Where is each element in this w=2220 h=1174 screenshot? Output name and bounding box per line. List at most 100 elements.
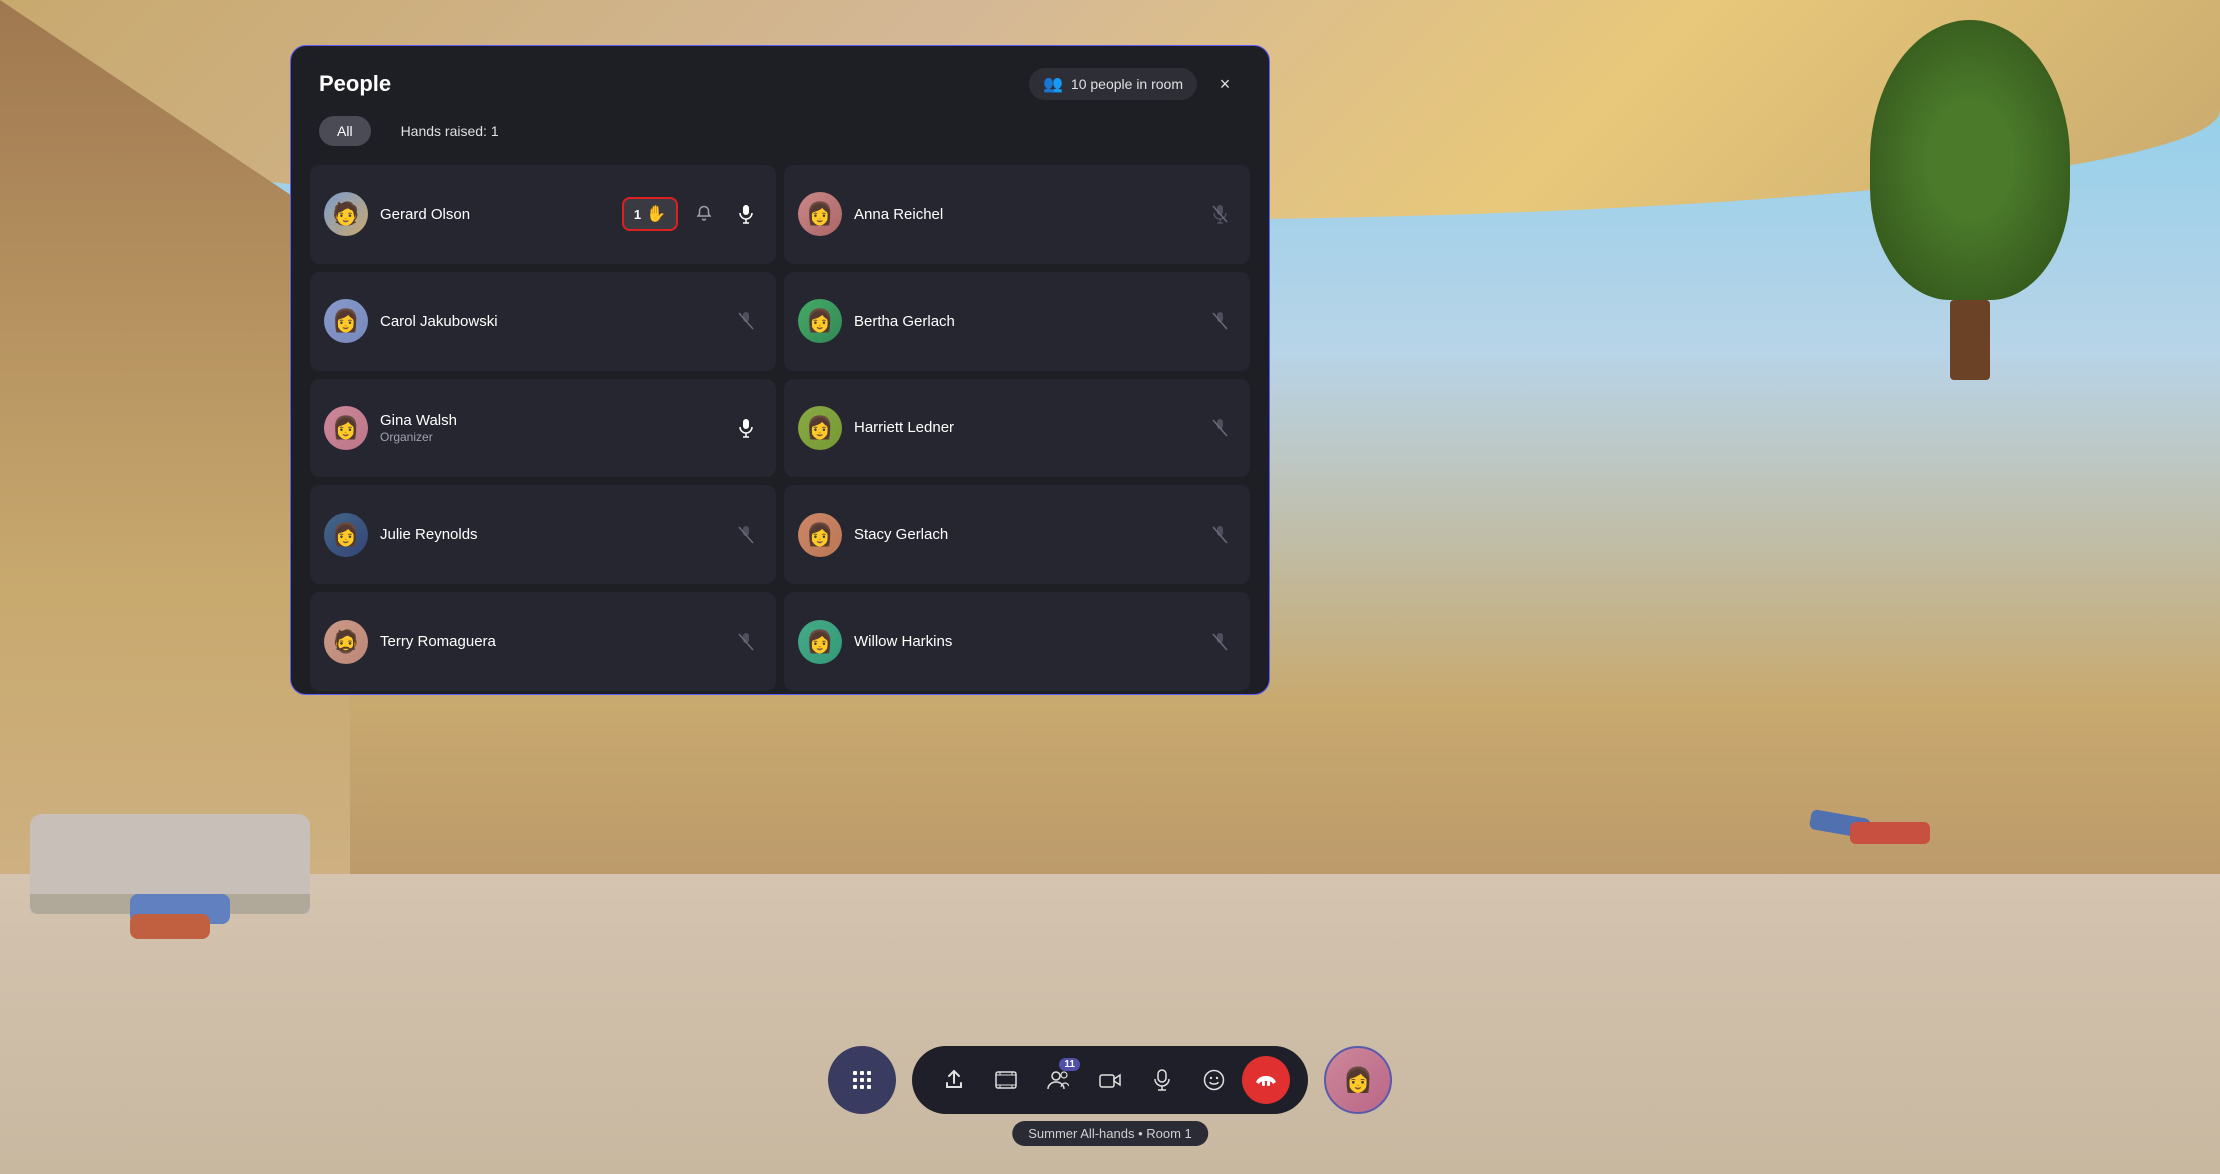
mic-button-bertha[interactable]	[1204, 305, 1236, 337]
avatar-gina: 👩	[324, 406, 368, 450]
people-count-badge: 👥 10 people in room	[1029, 68, 1197, 100]
panel-header: People 👥 10 people in room ×	[291, 46, 1269, 116]
bg-tree	[1820, 20, 2120, 420]
people-count-badge-toolbar: 11	[1059, 1058, 1080, 1071]
end-call-button[interactable]	[1242, 1056, 1290, 1104]
person-name-stacy: Stacy Gerlach	[854, 526, 1192, 543]
mic-button-stacy[interactable]	[1204, 519, 1236, 551]
person-row-harriett: 👩 Harriett Ledner	[784, 379, 1250, 478]
cushion-orange	[130, 914, 210, 939]
tree-trunk	[1950, 300, 1990, 380]
person-info-gina: Gina Walsh Organizer	[380, 412, 718, 444]
mic-muted-icon-julie	[737, 525, 755, 545]
close-button[interactable]: ×	[1209, 68, 1241, 100]
self-avatar[interactable]: 👩	[1324, 1046, 1392, 1114]
mic-toolbar-button[interactable]	[1138, 1056, 1186, 1104]
avatar-julie: 👩	[324, 513, 368, 557]
person-actions-gina	[730, 412, 762, 444]
person-actions-harriett	[1204, 412, 1236, 444]
avatar-stacy: 👩	[798, 513, 842, 557]
camera-icon	[1099, 1071, 1121, 1089]
session-label: Summer All-hands • Room 1	[1012, 1121, 1208, 1146]
people-panel: People 👥 10 people in room × All Hands r…	[290, 45, 1270, 695]
person-row-anna: 👩 Anna Reichel	[784, 165, 1250, 264]
tab-hands-raised[interactable]: Hands raised: 1	[383, 116, 517, 146]
grid-icon	[850, 1068, 874, 1092]
avatar-bertha: 👩	[798, 299, 842, 343]
tree-top	[1870, 20, 2070, 300]
person-name-julie: Julie Reynolds	[380, 526, 718, 543]
person-row-stacy: 👩 Stacy Gerlach	[784, 485, 1250, 584]
mic-button-anna[interactable]	[1204, 198, 1236, 230]
avatar-gerard: 🧑	[324, 192, 368, 236]
mic-muted-icon-terry	[737, 632, 755, 652]
person-name-terry: Terry Romaguera	[380, 633, 718, 650]
person-info-julie: Julie Reynolds	[380, 526, 718, 543]
camera-button[interactable]	[1086, 1056, 1134, 1104]
bottom-bar: 11	[828, 1046, 1392, 1114]
mic-muted-icon-stacy	[1211, 525, 1229, 545]
person-info-terry: Terry Romaguera	[380, 633, 718, 650]
emoji-button[interactable]	[1190, 1056, 1238, 1104]
mic-button-julie[interactable]	[730, 519, 762, 551]
people-count-label: 10 people in room	[1071, 76, 1183, 92]
self-avatar-face: 👩	[1343, 1066, 1373, 1095]
mic-button-carol[interactable]	[730, 305, 762, 337]
people-grid: 🧑 Gerard Olson 1 ✋	[291, 162, 1269, 694]
person-name-anna: Anna Reichel	[854, 206, 1192, 223]
person-actions-bertha	[1204, 305, 1236, 337]
emoji-icon	[1203, 1069, 1225, 1091]
person-role-gina: Organizer	[380, 430, 718, 444]
share-button[interactable]	[930, 1056, 978, 1104]
person-actions-julie	[730, 519, 762, 551]
cushion-orange2	[1850, 822, 1930, 844]
people-icon: 👥	[1043, 74, 1063, 94]
tab-all[interactable]: All	[319, 116, 371, 146]
mic-muted-icon-harriett	[1211, 418, 1229, 438]
avatar-anna: 👩	[798, 192, 842, 236]
person-info-stacy: Stacy Gerlach	[854, 526, 1192, 543]
film-icon	[995, 1071, 1017, 1089]
grid-view-button[interactable]	[828, 1046, 896, 1114]
person-info-carol: Carol Jakubowski	[380, 313, 718, 330]
header-right: 👥 10 people in room ×	[1029, 68, 1241, 100]
person-name-carol: Carol Jakubowski	[380, 313, 718, 330]
avatar-carol: 👩	[324, 299, 368, 343]
person-row-gina: 👩 Gina Walsh Organizer	[310, 379, 776, 478]
mic-button-willow[interactable]	[1204, 626, 1236, 658]
notify-button-gerard[interactable]	[688, 198, 720, 230]
person-info-gerard: Gerard Olson	[380, 206, 610, 223]
mic-button-harriett[interactable]	[1204, 412, 1236, 444]
person-actions-anna	[1204, 198, 1236, 230]
person-actions-willow	[1204, 626, 1236, 658]
person-name-willow: Willow Harkins	[854, 633, 1192, 650]
person-row-gerard: 🧑 Gerard Olson 1 ✋	[310, 165, 776, 264]
hand-count: 1	[634, 207, 641, 222]
mic-on-icon-gina	[737, 418, 755, 438]
person-actions-carol	[730, 305, 762, 337]
mic-muted-icon-bertha	[1211, 311, 1229, 331]
mic-muted-icon-willow	[1211, 632, 1229, 652]
person-info-willow: Willow Harkins	[854, 633, 1192, 650]
mic-button-gerard[interactable]	[730, 198, 762, 230]
person-row-terry: 🧔 Terry Romaguera	[310, 592, 776, 691]
hand-emoji-icon: ✋	[646, 204, 666, 224]
person-row-carol: 👩 Carol Jakubowski	[310, 272, 776, 371]
filter-tabs: All Hands raised: 1	[291, 116, 1269, 162]
person-name-gerard: Gerard Olson	[380, 206, 610, 223]
person-info-bertha: Bertha Gerlach	[854, 313, 1192, 330]
mic-on-icon	[737, 204, 755, 224]
person-name-bertha: Bertha Gerlach	[854, 313, 1192, 330]
mic-toolbar-icon	[1153, 1069, 1171, 1091]
hand-raised-button-gerard[interactable]: 1 ✋	[622, 197, 678, 231]
mic-muted-icon-carol	[737, 311, 755, 331]
person-name-harriett: Harriett Ledner	[854, 419, 1192, 436]
content-button[interactable]	[982, 1056, 1030, 1104]
person-row-willow: 👩 Willow Harkins	[784, 592, 1250, 691]
avatar-harriett: 👩	[798, 406, 842, 450]
toolbar: 11	[912, 1046, 1308, 1114]
person-row-bertha: 👩 Bertha Gerlach	[784, 272, 1250, 371]
mic-button-gina[interactable]	[730, 412, 762, 444]
mic-button-terry[interactable]	[730, 626, 762, 658]
people-button[interactable]: 11	[1034, 1056, 1082, 1104]
